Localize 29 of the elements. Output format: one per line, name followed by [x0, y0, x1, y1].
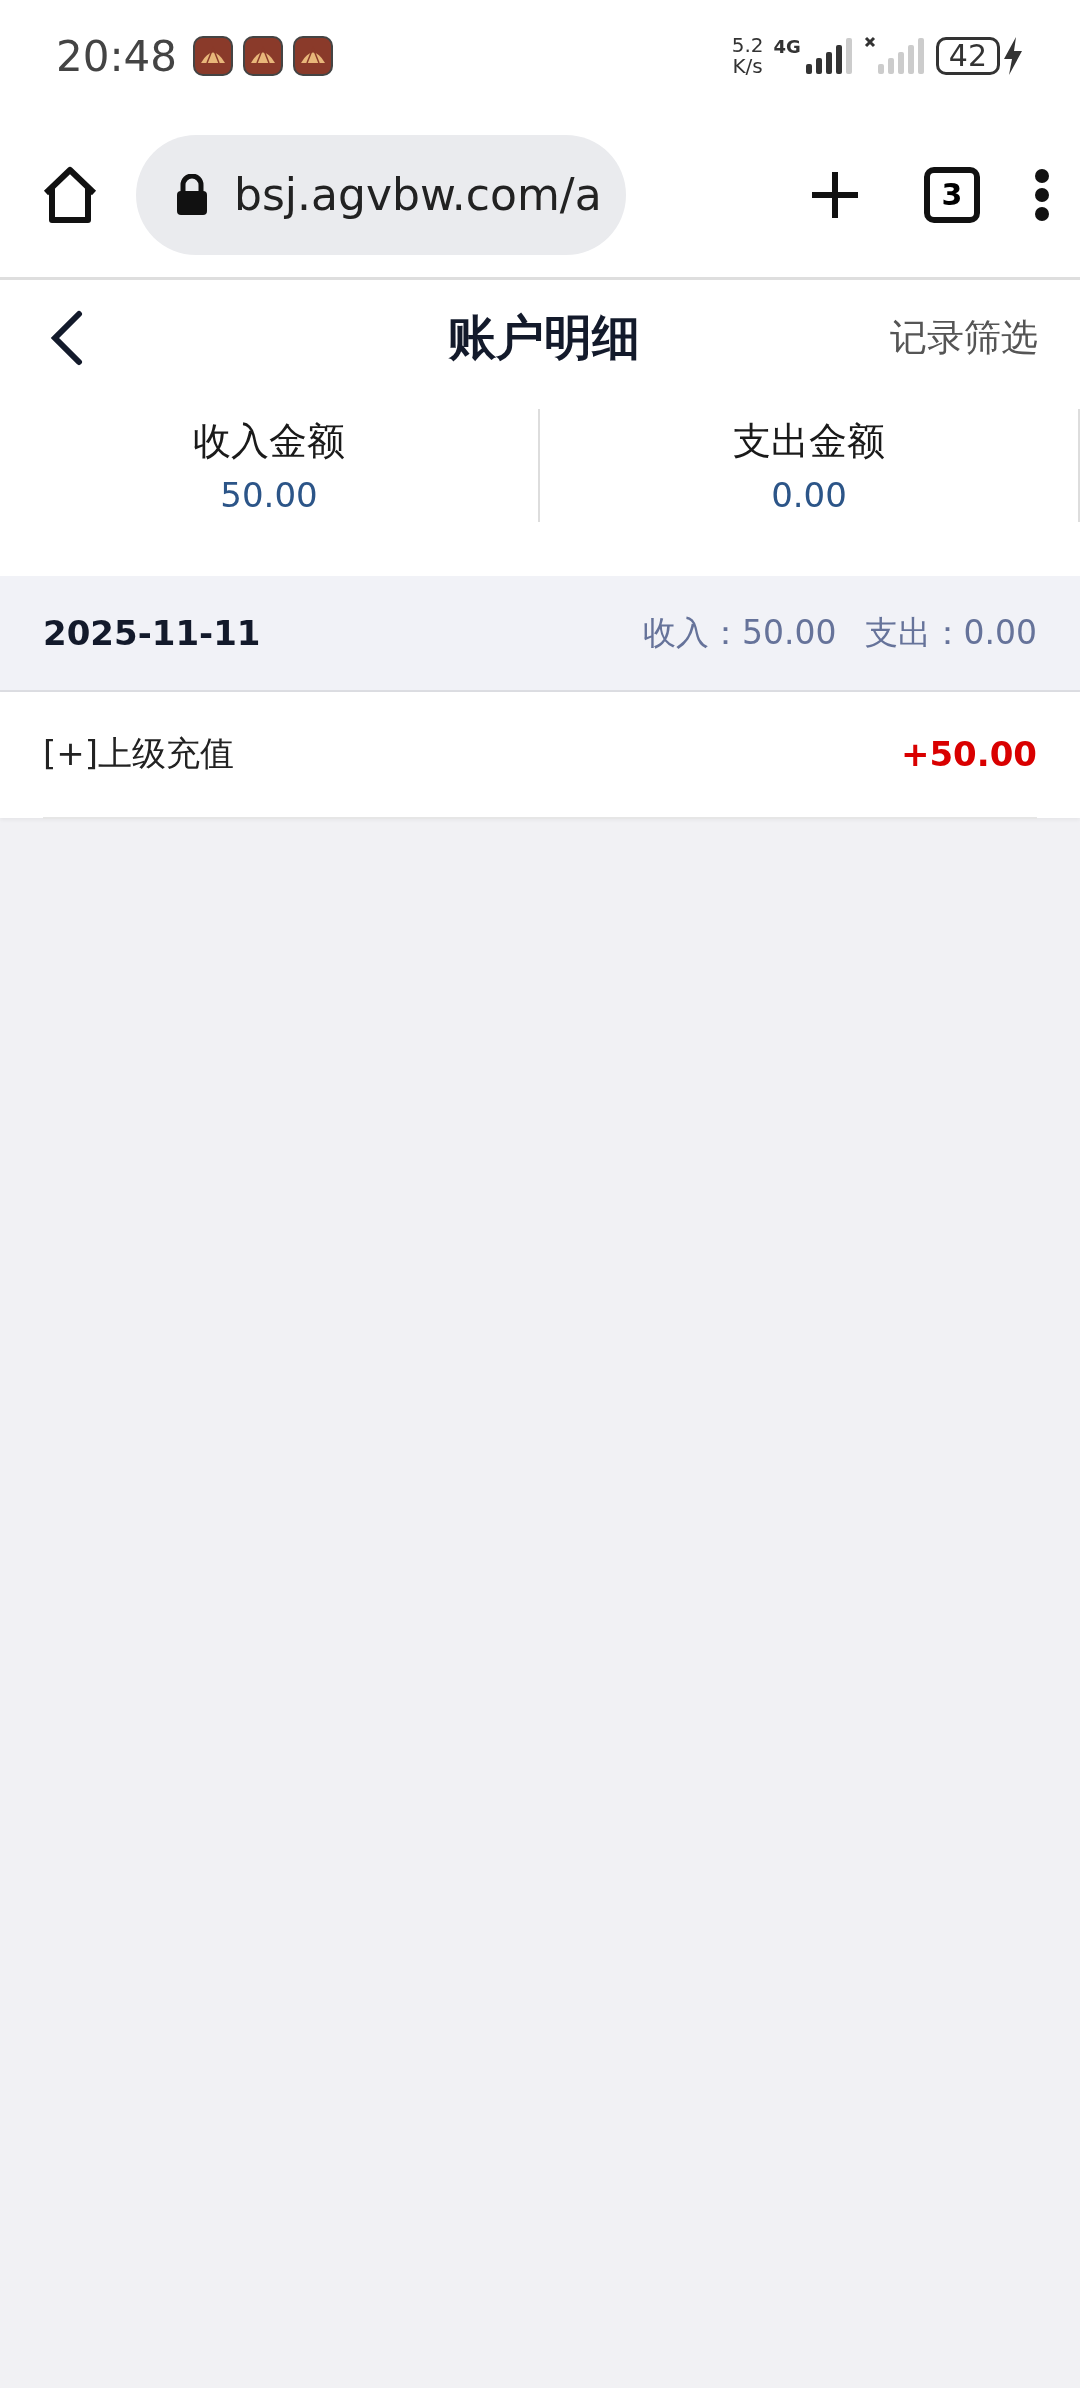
- day-expense: 支出：0.00: [864, 611, 1037, 654]
- speed-value: 5.2: [731, 35, 764, 56]
- speed-unit: K/s: [732, 56, 763, 77]
- new-tab-icon[interactable]: [810, 169, 860, 220]
- page-title: 账户明细: [448, 307, 640, 367]
- transaction-row[interactable]: [+]上级充值 +50.00: [0, 692, 1080, 818]
- charging-icon: [1002, 36, 1024, 76]
- back-icon[interactable]: [50, 309, 84, 366]
- lock-icon: [176, 173, 208, 216]
- summary-amount: 0.00: [771, 475, 847, 515]
- day-income: 收入：50.00: [643, 611, 837, 654]
- tab-count-button[interactable]: 3: [924, 166, 980, 223]
- summary-label: 支出金额: [733, 418, 885, 465]
- battery-level: 42: [935, 37, 1000, 75]
- network-type: 4G: [773, 36, 801, 57]
- app-notification-icon: [243, 36, 284, 76]
- signal-icon: [803, 36, 854, 76]
- app-notification-icon: [293, 36, 334, 76]
- transaction-title: [+]上级充值: [43, 732, 236, 775]
- summary-label: 收入金额: [193, 418, 345, 465]
- summary-amount: 50.00: [220, 475, 318, 515]
- no-signal-icon: [863, 36, 926, 76]
- app-notification-icon: [193, 36, 234, 76]
- date-label: 2025-11-11: [43, 613, 262, 653]
- filter-records-button[interactable]: 记录筛选: [890, 312, 1038, 363]
- more-menu-icon[interactable]: [1034, 168, 1050, 221]
- transaction-amount: +50.00: [900, 734, 1037, 774]
- status-time: 20:48: [56, 31, 178, 81]
- address-bar[interactable]: bsj.agvbw.com/a: [136, 134, 626, 255]
